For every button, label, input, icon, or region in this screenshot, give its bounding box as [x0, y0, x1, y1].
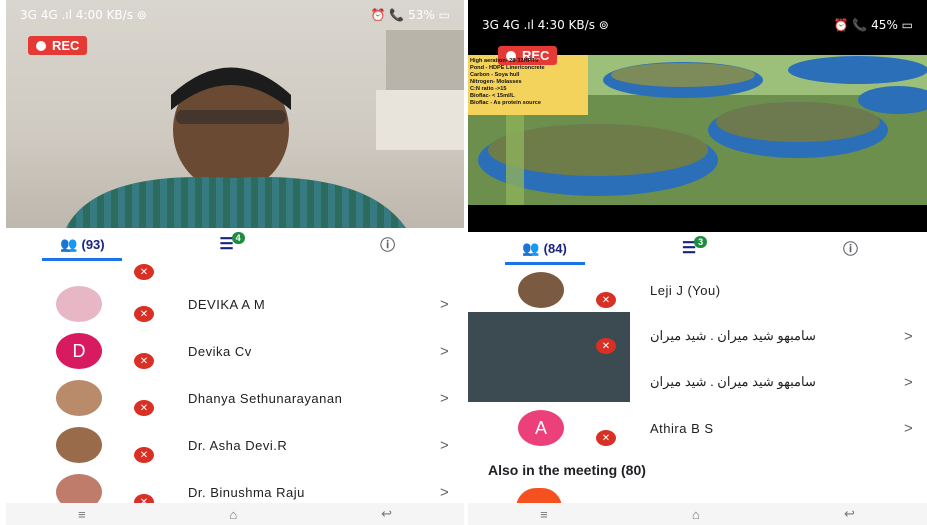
chevron-right-icon[interactable]: > [440, 437, 449, 454]
mic-off-icon: ✕ [134, 447, 154, 463]
tab-people[interactable]: 👥 (93) [6, 235, 159, 261]
status-left: 3G 4G .ıl 4:30 KB/s ⊚ [482, 18, 609, 32]
participant-name: Dhanya Sethunarayanan [188, 390, 343, 406]
slide-text-line: Bioflac- < 15ml/L [470, 93, 515, 99]
status-bar: 3G 4G .ıl 4:30 KB/s ⊚ ⏰ 📞 45% ▭ [468, 10, 927, 40]
participant-name: Athira B S [650, 420, 714, 436]
right-phone-screen: High aeration- 28-32HP/Hr Pond - HDPE Lin… [468, 0, 927, 525]
tab-chat[interactable]: ☰ 4 [159, 232, 312, 254]
android-nav-bar: ≡ ⌂ ↩ [6, 503, 464, 525]
participant-row[interactable]: سامبهو شيد ميران . شيد ميران > [468, 358, 927, 406]
slide-text-line: Carbon - Soya hull [470, 72, 520, 78]
rec-label: REC [52, 38, 80, 53]
left-phone-screen: 3G 4G .ıl 4:00 KB/s ⊚ ⏰ 📞 53% ▭ REC 👥 (9… [6, 0, 464, 525]
active-tab-underline [504, 261, 585, 265]
slide-text-line: High aeration- 28-32HP/Hr [470, 58, 540, 64]
android-nav-bar: ≡ ⌂ ↩ [468, 503, 927, 525]
participant-row[interactable]: A ✕ Athira B S > [468, 404, 927, 452]
participant-row[interactable]: ✕ Dr. Asha Devi.R > [6, 421, 464, 469]
recording-indicator: REC [28, 36, 88, 55]
participant-name: Dr. Binushma Raju [188, 484, 305, 500]
chevron-right-icon[interactable]: > [440, 296, 449, 313]
participant-row[interactable]: ✕ Leji J (You) [468, 266, 927, 314]
info-icon: ⓘ [842, 240, 858, 258]
slide-text-line: Nitrogen- Molasses [470, 79, 522, 85]
avatar: D [56, 333, 102, 369]
avatar [56, 380, 102, 416]
slide-text-overlay: High aeration- 28-32HP/Hr Pond - HDPE Lin… [470, 58, 588, 107]
chevron-right-icon[interactable]: > [904, 374, 913, 391]
mic-off-icon: ✕ [134, 353, 154, 369]
meeting-tabs: 👥 (93) ☰ 4 ⓘ [6, 228, 464, 261]
record-dot-icon [36, 40, 46, 51]
participant-row[interactable]: ✕ DEVIKA A M > [6, 280, 464, 328]
people-icon: 👥 [60, 235, 78, 252]
mic-off-icon: ✕ [134, 306, 154, 322]
participant-row[interactable]: ✕ Dhanya Sethunarayanan > [6, 374, 464, 422]
tab-info[interactable]: ⓘ [774, 238, 927, 259]
status-right: ⏰ 📞 53% ▭ [370, 8, 450, 22]
avatar: A [518, 410, 564, 446]
participant-row[interactable]: ✕ سامبهو شيد ميران . شيد ميران > [468, 312, 927, 402]
tab-chat[interactable]: ☰ 3 [621, 236, 774, 258]
slide-text-line: C:N ratio ->15 [470, 86, 507, 92]
chevron-right-icon[interactable]: > [440, 390, 449, 407]
chevron-right-icon[interactable]: > [440, 484, 449, 501]
home-icon[interactable]: ⌂ [229, 507, 237, 522]
status-right: ⏰ 📞 45% ▭ [833, 18, 913, 32]
chevron-right-icon[interactable]: > [904, 328, 913, 345]
participant-name: Devika Cv [188, 343, 252, 359]
people-count: (84) [543, 240, 567, 256]
people-count: (93) [81, 236, 105, 252]
status-left: 3G 4G .ıl 4:00 KB/s ⊚ [20, 8, 147, 22]
tab-people[interactable]: 👥 (84) [468, 239, 621, 265]
avatar [56, 286, 102, 322]
slide-text-line: Pond - HDPE Liner/concrete [470, 65, 545, 71]
speaker-video [66, 30, 464, 228]
menu-icon[interactable]: ≡ [540, 507, 548, 522]
chat-badge: 4 [231, 232, 245, 244]
participant-name: سامبهو شيد ميران . شيد ميران [650, 374, 816, 389]
participant-name: DEVIKA A M [188, 296, 266, 312]
chevron-right-icon[interactable]: > [440, 343, 449, 360]
tab-info[interactable]: ⓘ [311, 234, 464, 255]
slide-text-line: Bioflac - As protein source [470, 100, 541, 106]
back-icon[interactable]: ↩ [844, 506, 855, 522]
avatar [56, 427, 102, 463]
chat-badge: 3 [694, 236, 708, 248]
participant-name: سامبهو شيد ميران . شيد ميران [650, 328, 816, 343]
main-video-tile[interactable] [6, 0, 464, 228]
back-icon[interactable]: ↩ [381, 506, 392, 522]
home-icon[interactable]: ⌂ [692, 507, 700, 522]
mic-off-icon: ✕ [596, 338, 616, 354]
info-icon: ⓘ [380, 236, 396, 254]
mic-off-icon: ✕ [596, 430, 616, 446]
menu-icon[interactable]: ≡ [78, 507, 86, 522]
people-icon: 👥 [522, 239, 540, 256]
avatar [518, 272, 564, 308]
meeting-tabs: 👥 (84) ☰ 3 ⓘ [468, 232, 927, 265]
participant-name: Leji J (You) [650, 282, 721, 298]
chevron-right-icon[interactable]: > [904, 420, 913, 437]
status-bar: 3G 4G .ıl 4:00 KB/s ⊚ ⏰ 📞 53% ▭ [6, 0, 464, 30]
mic-off-icon: ✕ [596, 292, 616, 308]
mic-off-icon: ✕ [134, 264, 154, 280]
participant-name: Dr. Asha Devi.R [188, 437, 288, 453]
participant-row[interactable]: D ✕ Devika Cv > [6, 327, 464, 375]
mic-off-icon: ✕ [134, 400, 154, 416]
also-in-meeting-heading: Also in the meeting (80) [488, 462, 646, 478]
active-tab-underline [42, 257, 123, 261]
